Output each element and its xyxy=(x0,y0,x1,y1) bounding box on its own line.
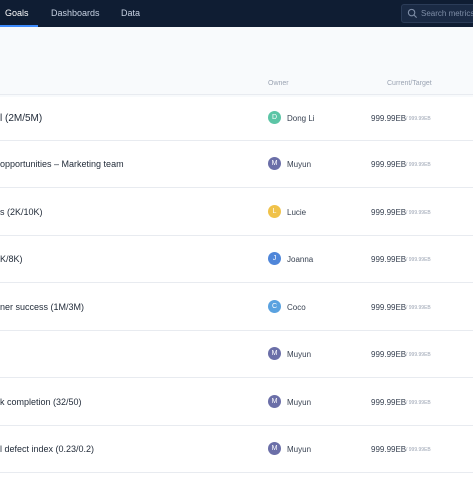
goal-name[interactable]: s (2K/10K) xyxy=(0,189,43,236)
tab-goals[interactable]: Goals xyxy=(5,0,29,27)
search-placeholder: Search metrics xyxy=(421,9,473,18)
target-value: / 999.99EB xyxy=(406,210,431,216)
search-icon xyxy=(407,8,418,19)
current-value: 999.99EB xyxy=(371,114,407,123)
avatar: J xyxy=(268,252,281,265)
current-value: 999.99EB xyxy=(371,398,407,407)
column-header-owner: Owner xyxy=(268,80,289,87)
target-value: / 999.99EB xyxy=(406,116,431,122)
avatar: M xyxy=(268,157,281,170)
top-nav-bar: Goals Dashboards Data Search metrics xyxy=(0,0,473,27)
current-value: 999.99EB xyxy=(371,208,407,217)
target-value: / 999.99EB xyxy=(406,257,431,263)
current-value: 999.99EB xyxy=(371,160,407,169)
table-row[interactable]: k completion (32/50) M Muyun 999.99EB/ 999.… xyxy=(0,379,473,426)
goal-name[interactable]: opportunities – Marketing team xyxy=(0,141,124,188)
goal-name[interactable]: l defect index (0.23/0.2) xyxy=(0,426,94,473)
current-value: 999.99EB xyxy=(371,350,407,359)
table-row[interactable]: K/8K) J Joanna 999.99EB/ 999.99EB xyxy=(0,236,473,283)
owner-name: Coco xyxy=(287,303,306,312)
owner-name: Muyun xyxy=(287,160,312,169)
table-row[interactable]: ner success (1M/3M) C Coco 999.99EB/ 999.99… xyxy=(0,284,473,331)
table-row[interactable]: opportunities – Marketing team M Muyun 999.… xyxy=(0,141,473,188)
target-value: / 999.99EB xyxy=(406,447,431,453)
goal-name[interactable]: ner success (1M/3M) xyxy=(0,284,84,331)
target-value: / 999.99EB xyxy=(406,352,431,358)
goal-name[interactable]: k completion (32/50) xyxy=(0,379,82,426)
avatar: L xyxy=(268,205,281,218)
table-row[interactable]: l (2M/5M) D Dong Li 999.99EB/ 999.99EB xyxy=(0,94,473,141)
owner-name: Joanna xyxy=(287,255,314,264)
target-value: / 999.99EB xyxy=(406,162,431,168)
owner-name: Lucie xyxy=(287,208,307,217)
table-row[interactable]: l defect index (0.23/0.2) M Muyun 999.99EB /… xyxy=(0,426,473,473)
target-value: / 999.99EB xyxy=(406,305,431,311)
avatar: M xyxy=(268,347,281,360)
table-row[interactable]: s (2K/10K) L Lucie 999.99EB/ 999.99EB xyxy=(0,189,473,236)
current-value: 999.99EB xyxy=(371,255,407,264)
avatar: M xyxy=(268,395,281,408)
goal-name[interactable]: K/8K) xyxy=(0,236,23,283)
owner-name: Muyun xyxy=(287,350,312,359)
current-value: 999.99EB xyxy=(371,445,407,454)
owner-name: Muyun xyxy=(287,398,312,407)
goal-name[interactable]: l (2M/5M) xyxy=(0,95,42,142)
avatar: D xyxy=(268,111,281,124)
owner-name: Muyun xyxy=(287,445,312,454)
avatar: C xyxy=(268,300,281,313)
column-header-current-target: Current/Target xyxy=(387,80,432,87)
tab-data[interactable]: Data xyxy=(121,0,140,27)
current-value: 999.99EB xyxy=(371,303,407,312)
target-value: / 999.99EB xyxy=(406,400,431,406)
owner-name: Dong Li xyxy=(287,114,315,123)
tab-dashboards[interactable]: Dashboards xyxy=(51,0,100,27)
avatar: M xyxy=(268,442,281,455)
search-input[interactable]: Search metrics xyxy=(401,4,473,23)
table-row[interactable]: M Muyun 999.99EB/ 999.99EB xyxy=(0,331,473,378)
